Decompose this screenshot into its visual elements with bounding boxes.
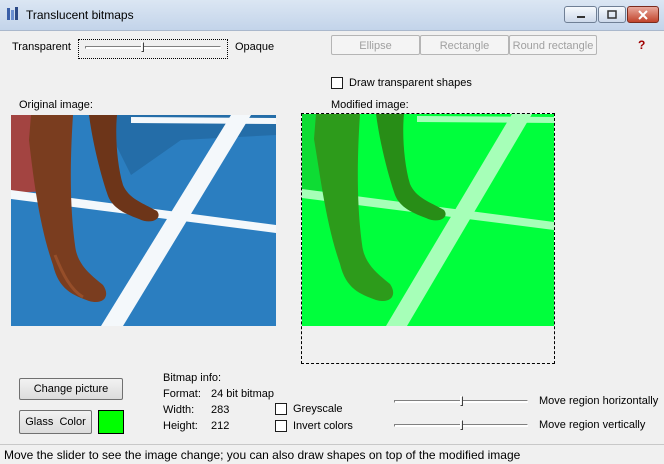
width-value: 283 (211, 404, 230, 416)
bitmap-info-header: Bitmap info: (163, 372, 222, 384)
transparency-slider-track (85, 46, 221, 49)
move-vertical-thumb[interactable] (460, 420, 463, 430)
move-horizontal-thumb[interactable] (460, 396, 463, 406)
rectangle-button[interactable]: Rectangle (420, 35, 509, 55)
title-bar: Translucent bitmaps (0, 0, 664, 31)
greyscale-label: Greyscale (293, 403, 343, 415)
format-label: Format: (163, 388, 201, 400)
app-icon (7, 7, 18, 20)
status-text: Move the slider to see the image change;… (4, 448, 521, 462)
invert-colors-label: Invert colors (293, 420, 353, 432)
window-title: Translucent bitmaps (26, 8, 134, 22)
height-label: Height: (163, 420, 198, 432)
draw-shapes-checkbox[interactable] (331, 77, 343, 89)
format-value: 24 bit bitmap (211, 388, 274, 400)
status-bar: Move the slider to see the image change;… (0, 444, 664, 464)
modified-image[interactable] (302, 114, 554, 326)
modified-image-label: Modified image: (331, 99, 409, 111)
round-rectangle-button[interactable]: Round rectangle (509, 35, 597, 55)
maximize-button[interactable] (598, 6, 626, 23)
glass-color-button[interactable]: Glass Color (19, 410, 92, 434)
minimize-icon (576, 16, 585, 18)
change-picture-button[interactable]: Change picture (19, 378, 123, 400)
transparency-slider-thumb[interactable] (141, 42, 145, 52)
original-image (11, 115, 276, 326)
glass-color-swatch[interactable] (98, 410, 124, 434)
move-horizontal-label: Move region horizontally (539, 395, 659, 407)
original-image-label: Original image: (19, 99, 93, 111)
help-button[interactable]: ? (638, 38, 645, 52)
close-icon (638, 10, 648, 20)
height-value: 212 (211, 420, 230, 432)
invert-colors-checkbox[interactable] (275, 420, 287, 432)
maximize-icon (607, 10, 617, 19)
close-button[interactable] (627, 6, 659, 23)
move-horizontal-slider[interactable] (392, 395, 530, 409)
transparency-slider[interactable] (78, 39, 228, 59)
ellipse-button[interactable]: Ellipse (331, 35, 420, 55)
greyscale-checkbox[interactable] (275, 403, 287, 415)
move-vertical-slider[interactable] (392, 419, 530, 433)
draw-shapes-label: Draw transparent shapes (349, 77, 472, 89)
width-label: Width: (163, 404, 195, 416)
minimize-button[interactable] (564, 6, 597, 23)
transparent-label: Transparent (12, 41, 71, 53)
move-vertical-label: Move region vertically (539, 419, 646, 431)
opaque-label: Opaque (235, 41, 275, 53)
